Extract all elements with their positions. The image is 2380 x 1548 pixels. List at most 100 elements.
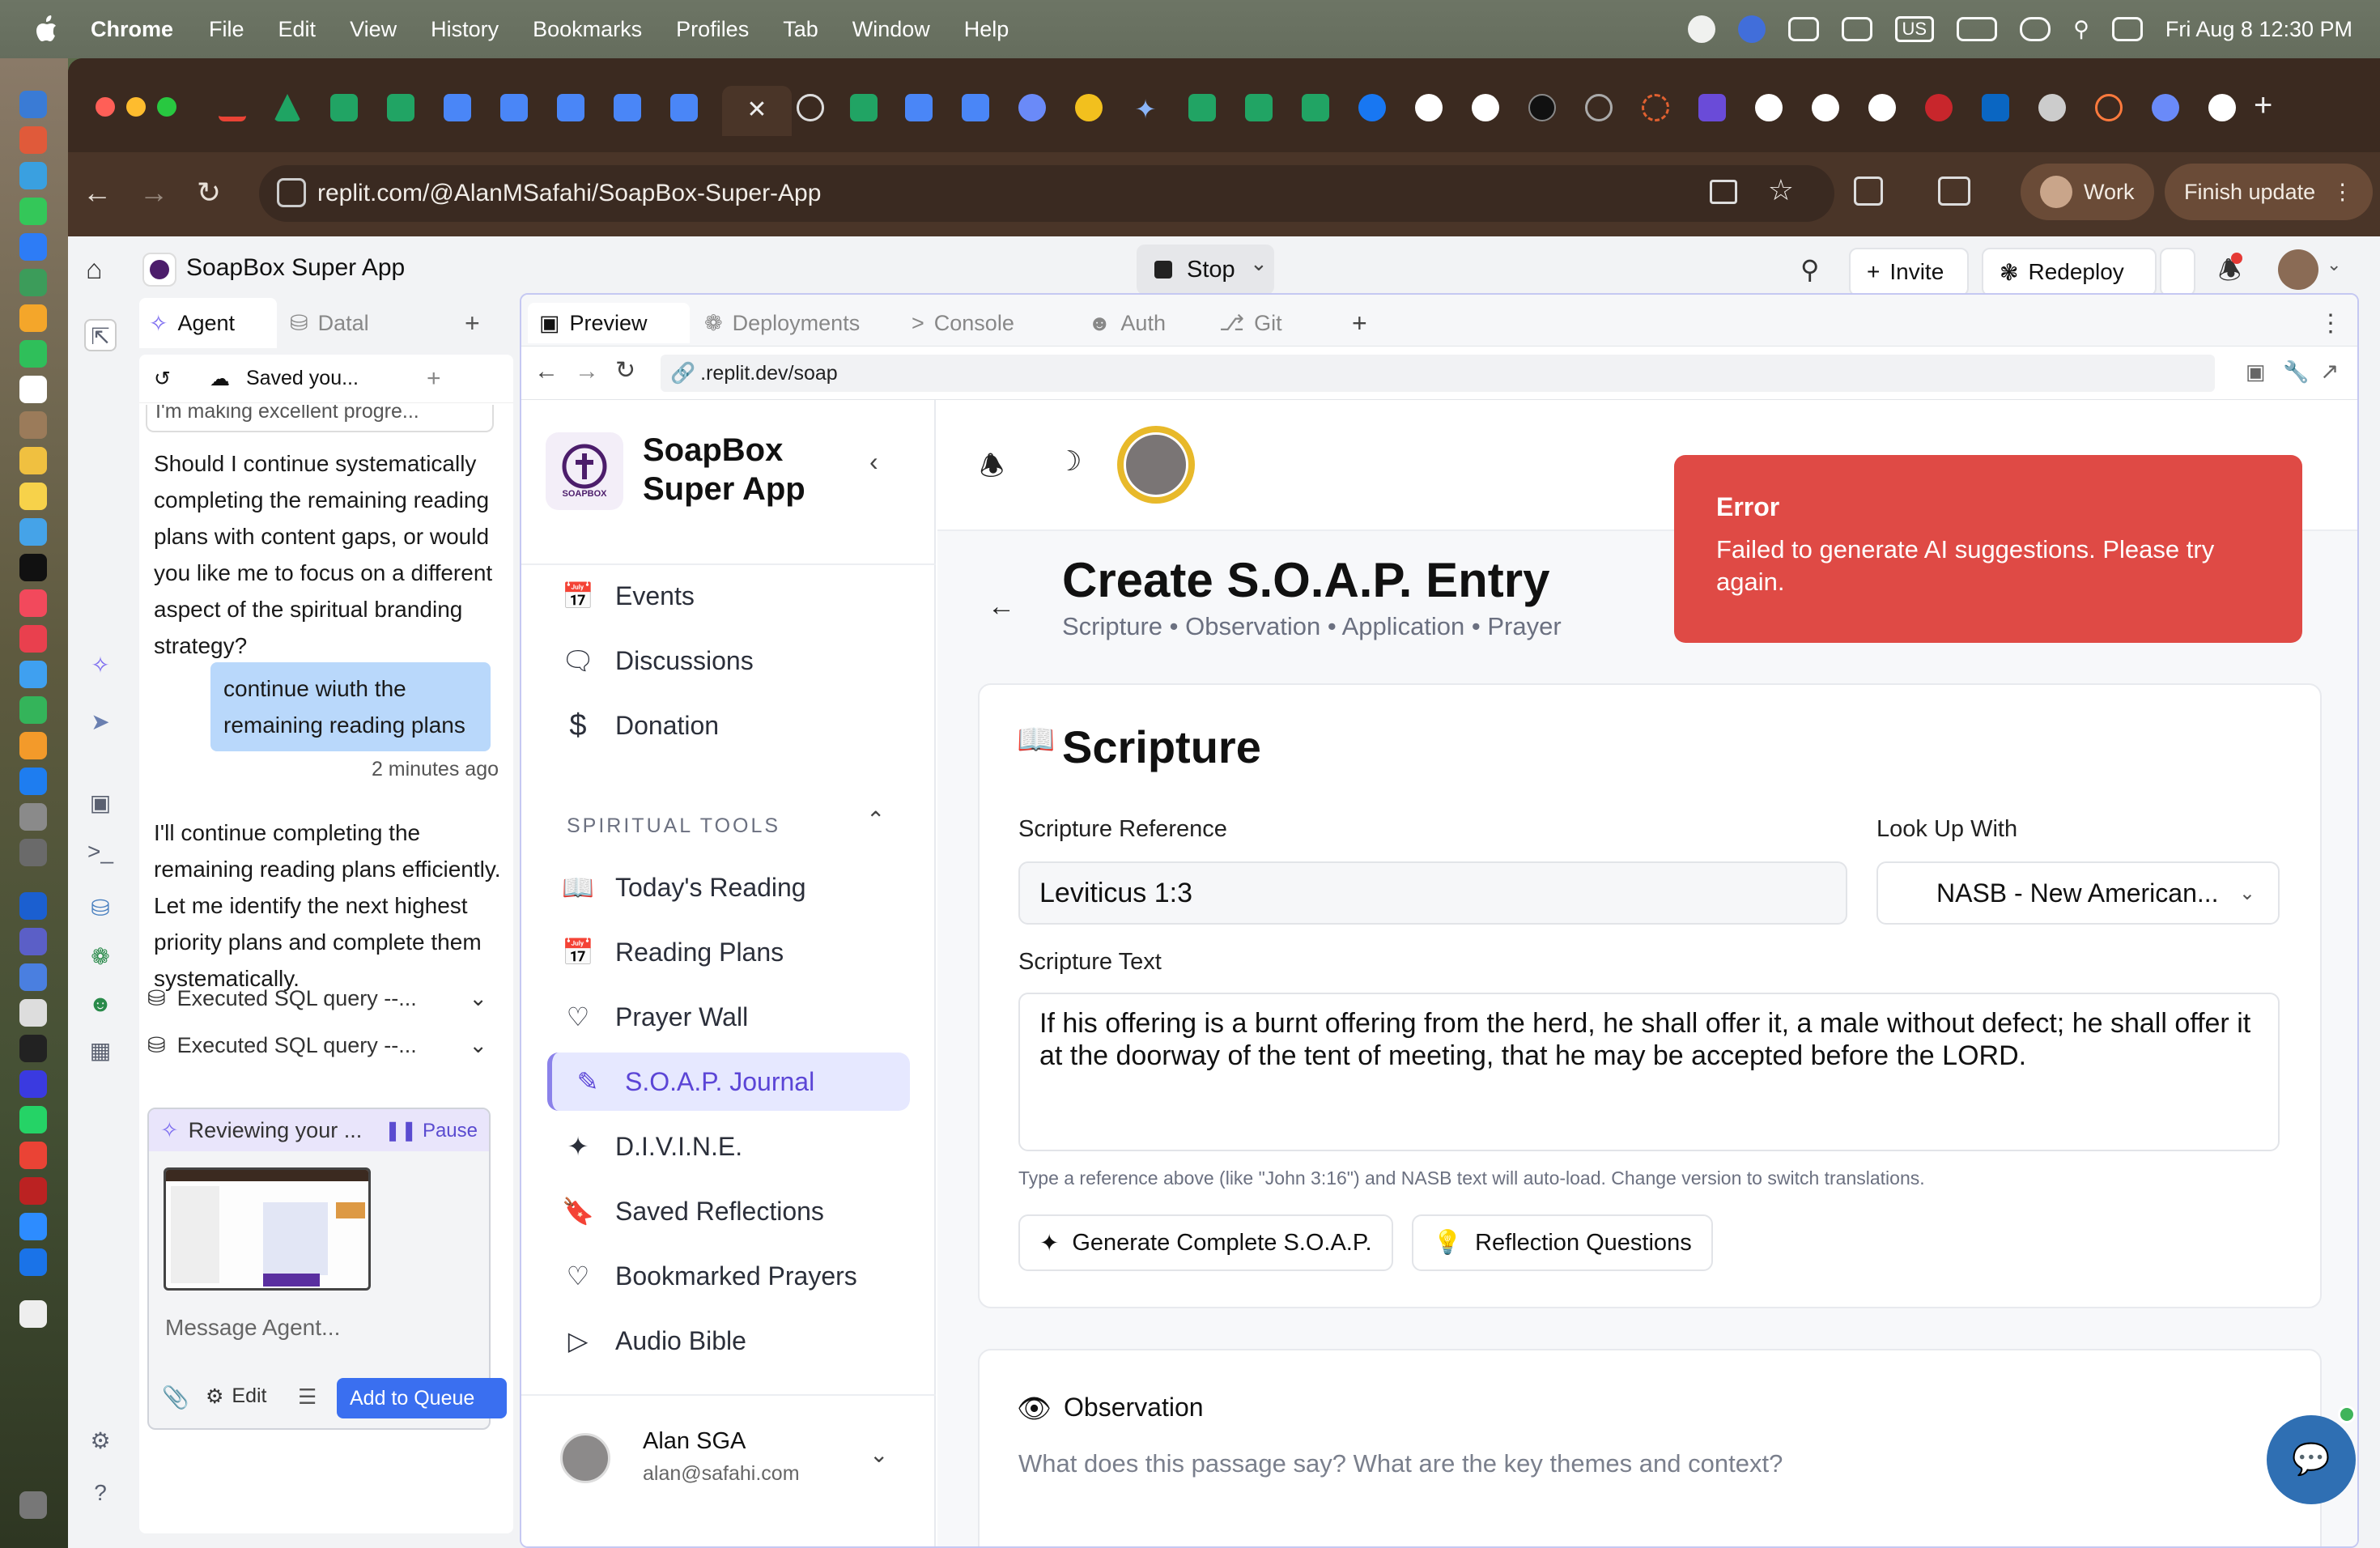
gmail-tab[interactable]: [219, 94, 246, 121]
generate-soap-button[interactable]: ✦ Generate Complete S.O.A.P.: [1018, 1214, 1393, 1271]
nav-events[interactable]: 📅 Events: [562, 567, 918, 625]
sheets-tab[interactable]: [1188, 94, 1216, 121]
nav-donation[interactable]: $ Donation: [562, 696, 918, 755]
agent-toggle-icon[interactable]: ⇱: [84, 319, 117, 351]
close-window-button[interactable]: [96, 97, 115, 117]
devtools-icon[interactable]: 🔧: [2283, 359, 2309, 385]
home-icon[interactable]: ⌂: [86, 254, 118, 287]
dictionary-icon[interactable]: [19, 1177, 47, 1205]
preview-icon[interactable]: ▣: [84, 787, 117, 819]
safari-icon[interactable]: [19, 162, 47, 189]
profile-badge[interactable]: [1117, 426, 1195, 504]
reload-button[interactable]: ↻: [193, 176, 225, 209]
error-toast[interactable]: Error Failed to generate AI suggestions.…: [1674, 455, 2302, 643]
console-icon[interactable]: >_: [84, 836, 117, 868]
google-tab[interactable]: [2208, 94, 2236, 121]
x-tab[interactable]: [1528, 94, 1556, 121]
teams-dock-icon[interactable]: [19, 928, 47, 955]
menu-tab[interactable]: Tab: [783, 17, 818, 42]
nav-bookmarked-prayers[interactable]: ♡ Bookmarked Prayers: [562, 1247, 918, 1305]
redeploy-button[interactable]: ❃ Redeploy: [1982, 248, 2157, 296]
deploy-options-button[interactable]: [2160, 248, 2195, 296]
finder-icon[interactable]: [19, 91, 47, 118]
extensions-icon[interactable]: [1854, 176, 1883, 206]
music-icon[interactable]: [19, 589, 47, 617]
app-icon[interactable]: [19, 963, 47, 991]
freeform-icon[interactable]: [19, 518, 47, 546]
edit-button[interactable]: ⚙ Edit: [206, 1384, 267, 1409]
gemini-tab[interactable]: ✦: [1132, 94, 1159, 124]
google-tab[interactable]: [1472, 94, 1499, 121]
search-icon[interactable]: ⚲: [2073, 17, 2089, 42]
site-tab[interactable]: [1018, 94, 1046, 121]
site-tab[interactable]: [2095, 94, 2123, 121]
profile-button[interactable]: Work: [2021, 164, 2154, 220]
moon-icon[interactable]: ☽: [1057, 445, 1082, 478]
history-icon[interactable]: ↺: [154, 367, 171, 391]
openai-tab[interactable]: [797, 94, 824, 121]
open-external-icon[interactable]: ↗: [2320, 358, 2339, 385]
control-center-icon[interactable]: [2111, 17, 2143, 41]
zoom-window-button[interactable]: [157, 97, 176, 117]
messages-icon[interactable]: [19, 198, 47, 225]
install-app-icon[interactable]: [1710, 180, 1737, 204]
tab-git[interactable]: ⎇ Git: [1219, 303, 1282, 343]
side-panel-icon[interactable]: [1938, 176, 1970, 206]
battery-icon[interactable]: [1957, 17, 1998, 41]
utility-icon[interactable]: [19, 839, 47, 866]
facebook-tab[interactable]: [1358, 94, 1386, 121]
scripture-reference-input[interactable]: Leviticus 1:3: [1018, 861, 1847, 925]
app-icon[interactable]: [19, 1070, 47, 1098]
preview-url-input[interactable]: 🔗 .replit.dev/soap: [661, 355, 2215, 392]
nav-reading-plans[interactable]: 📅 Reading Plans: [562, 923, 918, 981]
site-tab[interactable]: [1585, 94, 1613, 121]
outlook-icon[interactable]: [1787, 17, 1819, 41]
google-tab[interactable]: [1755, 94, 1783, 121]
message-input[interactable]: Message Agent...: [165, 1315, 340, 1341]
sliders-icon[interactable]: ☰: [298, 1384, 317, 1410]
observation-input[interactable]: What does this passage say? What are the…: [1018, 1449, 1783, 1478]
menu-history[interactable]: History: [431, 17, 499, 42]
menu-profiles[interactable]: Profiles: [676, 17, 749, 42]
chevron-down-icon[interactable]: ⌄: [469, 1033, 487, 1058]
teams-icon[interactable]: [1841, 17, 1872, 41]
help-icon[interactable]: ?: [84, 1477, 117, 1509]
agent-icon[interactable]: ✧: [84, 649, 117, 682]
photos-icon[interactable]: [19, 304, 47, 332]
nav-prayer-wall[interactable]: ♡ Prayer Wall: [562, 988, 918, 1046]
site-tab[interactable]: [1925, 94, 1953, 121]
notes-icon[interactable]: [19, 483, 47, 510]
tab-agent[interactable]: ✧ Agent: [139, 298, 277, 348]
site-tab[interactable]: [1698, 94, 1726, 121]
omnibox[interactable]: replit.com/@AlanMSafahi/SoapBox-Super-Ap…: [259, 165, 1834, 222]
clock[interactable]: Fri Aug 8 12:30 PM: [2165, 17, 2352, 42]
chevron-up-icon[interactable]: ⌃: [866, 806, 885, 833]
outlook-dock-icon[interactable]: [19, 892, 47, 920]
nav-saved-reflections[interactable]: 🔖 Saved Reflections: [562, 1182, 918, 1240]
new-tab-button[interactable]: +: [1352, 303, 1367, 343]
deploy-icon[interactable]: ➤: [84, 706, 117, 738]
google-tab[interactable]: [1812, 94, 1839, 121]
nav-discussions[interactable]: 🗨 Discussions: [562, 632, 918, 690]
sql-action-row[interactable]: ⛁ Executed SQL query --... ⌄: [147, 1025, 487, 1065]
chevron-down-icon[interactable]: ⌄: [469, 986, 487, 1011]
nav-audio-bible[interactable]: ▷ Audio Bible: [562, 1312, 918, 1370]
back-arrow-icon[interactable]: ←: [988, 591, 1015, 623]
reminders-icon[interactable]: [19, 447, 47, 474]
forward-button[interactable]: →: [138, 176, 170, 209]
database-icon[interactable]: ⛁: [84, 892, 117, 925]
add-to-queue-button[interactable]: Add to Queue: [337, 1378, 507, 1418]
version-select[interactable]: NASB - New American... ⌄: [1876, 861, 2280, 925]
nav-soap-journal[interactable]: ✎ S.O.A.P. Journal: [547, 1053, 910, 1111]
active-tab-close-icon[interactable]: ✕: [722, 86, 792, 136]
forward-icon[interactable]: →: [575, 358, 599, 385]
back-button[interactable]: ←: [81, 176, 113, 209]
input-source[interactable]: US: [1894, 16, 1935, 42]
deployments-icon[interactable]: ❁: [84, 941, 117, 973]
soapbox-logo[interactable]: SOAPBOX: [546, 432, 623, 510]
sheets-tab[interactable]: [330, 94, 358, 121]
docs-tab[interactable]: [500, 94, 528, 121]
status-icon[interactable]: [1687, 15, 1715, 43]
menu-app-name[interactable]: Chrome: [91, 17, 173, 42]
tab-deployments[interactable]: ❁ Deployments: [704, 303, 860, 343]
